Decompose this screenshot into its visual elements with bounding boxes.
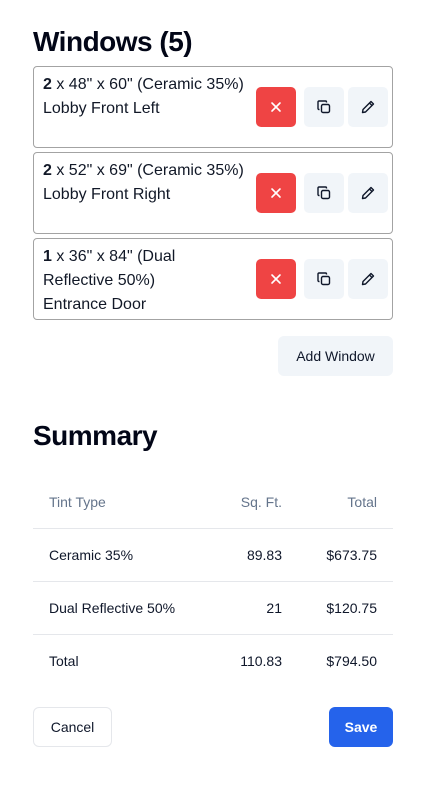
window-description: 1 x 36" x 84" (Dual Reflective 50%) Entr…: [43, 245, 248, 317]
delete-window-button[interactable]: [256, 259, 296, 299]
table-row: Dual Reflective 50% 21 $120.75: [33, 581, 393, 635]
x-icon: [271, 102, 281, 112]
duplicate-window-button[interactable]: [304, 173, 344, 213]
table-header-row: Tint Type Sq. Ft. Total: [33, 476, 393, 529]
x-icon: [271, 274, 281, 284]
grand-total-cell: $794.50: [326, 652, 377, 669]
window-quantity: 2: [43, 76, 52, 93]
window-card: 2 x 52" x 69" (Ceramic 35%) Lobby Front …: [33, 152, 393, 234]
cancel-button[interactable]: Cancel: [33, 707, 112, 747]
column-header-total: Total: [282, 476, 393, 529]
save-button[interactable]: Save: [329, 707, 393, 747]
edit-window-button[interactable]: [348, 259, 388, 299]
pencil-icon: [361, 100, 375, 114]
window-actions: [256, 173, 392, 213]
total-cell: $673.75: [282, 528, 393, 582]
summary-table: Tint Type Sq. Ft. Total Ceramic 35% 89.8…: [33, 476, 393, 687]
table-row: Ceramic 35% 89.83 $673.75: [33, 528, 393, 582]
duplicate-window-button[interactable]: [304, 259, 344, 299]
duplicate-window-button[interactable]: [304, 87, 344, 127]
window-description: 2 x 48" x 60" (Ceramic 35%) Lobby Front …: [43, 73, 248, 121]
pencil-icon: [361, 272, 375, 286]
window-actions: [256, 259, 392, 299]
delete-window-button[interactable]: [256, 173, 296, 213]
window-location: Lobby Front Left: [43, 100, 160, 117]
window-dimensions: x 48" x 60" (Ceramic 35%): [51, 76, 244, 93]
window-quantity: 1: [43, 248, 52, 265]
sqft-cell: 89.83: [223, 528, 282, 582]
edit-window-button[interactable]: [348, 87, 388, 127]
windows-heading: Windows (5): [33, 26, 193, 57]
sqft-cell: 21: [223, 581, 282, 635]
window-location: Lobby Front Right: [43, 186, 171, 203]
column-header-tint-type: Tint Type: [33, 476, 223, 529]
window-quantity: 2: [43, 162, 52, 179]
window-dimensions: x 52" x 69" (Ceramic 35%): [51, 162, 244, 179]
window-actions: [256, 87, 392, 127]
edit-window-button[interactable]: [348, 173, 388, 213]
add-window-button[interactable]: Add Window: [278, 336, 393, 376]
copy-icon: [317, 272, 331, 286]
window-card: 1 x 36" x 84" (Dual Reflective 50%) Entr…: [33, 238, 393, 320]
total-cell: $120.75: [282, 581, 393, 635]
total-sqft-cell: 110.83: [240, 652, 282, 669]
window-location: Entrance Door: [43, 296, 147, 313]
delete-window-button[interactable]: [256, 87, 296, 127]
column-header-sqft: Sq. Ft.: [223, 476, 282, 529]
pencil-icon: [361, 186, 375, 200]
total-label-cell: Total: [49, 652, 79, 669]
table-total-row: Total 110.83 $794.50: [33, 634, 393, 687]
window-description: 2 x 52" x 69" (Ceramic 35%) Lobby Front …: [43, 159, 248, 207]
window-dimensions: x 36" x 84" (Dual Reflective 50%): [43, 248, 176, 289]
window-card: 2 x 48" x 60" (Ceramic 35%) Lobby Front …: [33, 66, 393, 148]
x-icon: [271, 188, 281, 198]
summary-heading: Summary: [33, 420, 158, 451]
copy-icon: [317, 100, 331, 114]
tint-type-cell: Dual Reflective 50%: [33, 581, 223, 635]
tint-type-cell: Ceramic 35%: [33, 528, 223, 582]
window-list: 2 x 48" x 60" (Ceramic 35%) Lobby Front …: [33, 66, 393, 324]
copy-icon: [317, 186, 331, 200]
